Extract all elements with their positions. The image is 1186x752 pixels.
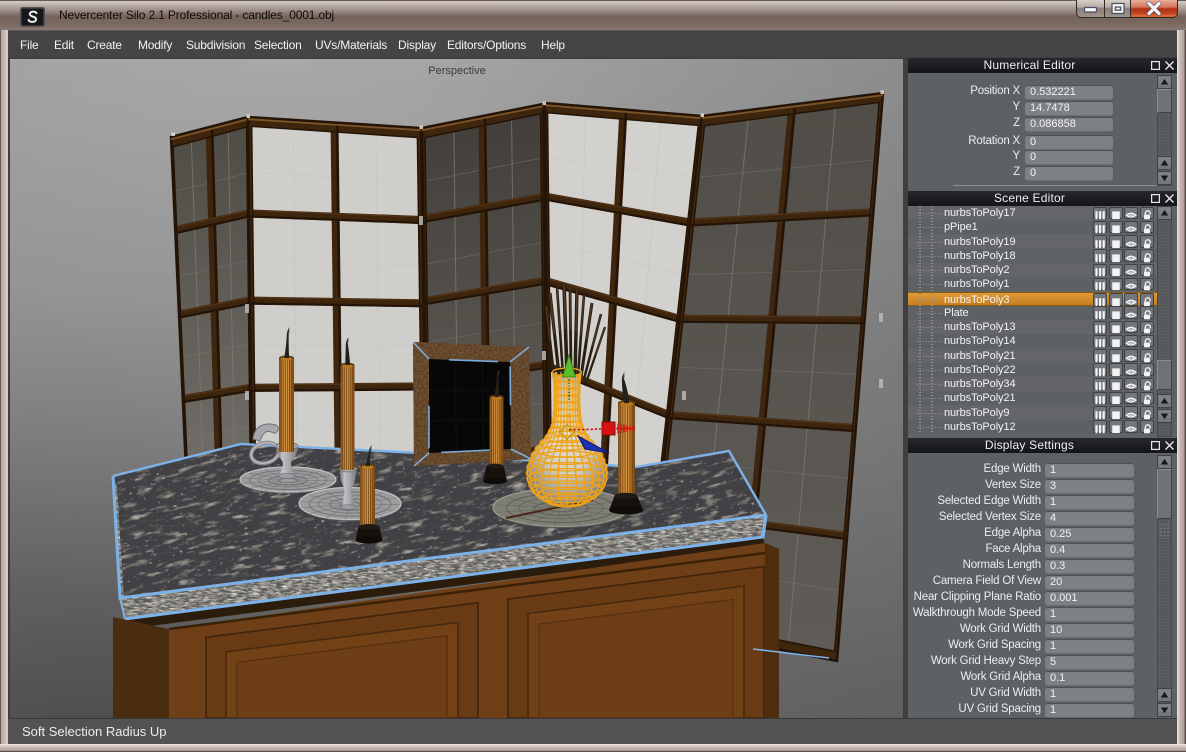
- svg-text:Perspective: Perspective: [428, 65, 485, 77]
